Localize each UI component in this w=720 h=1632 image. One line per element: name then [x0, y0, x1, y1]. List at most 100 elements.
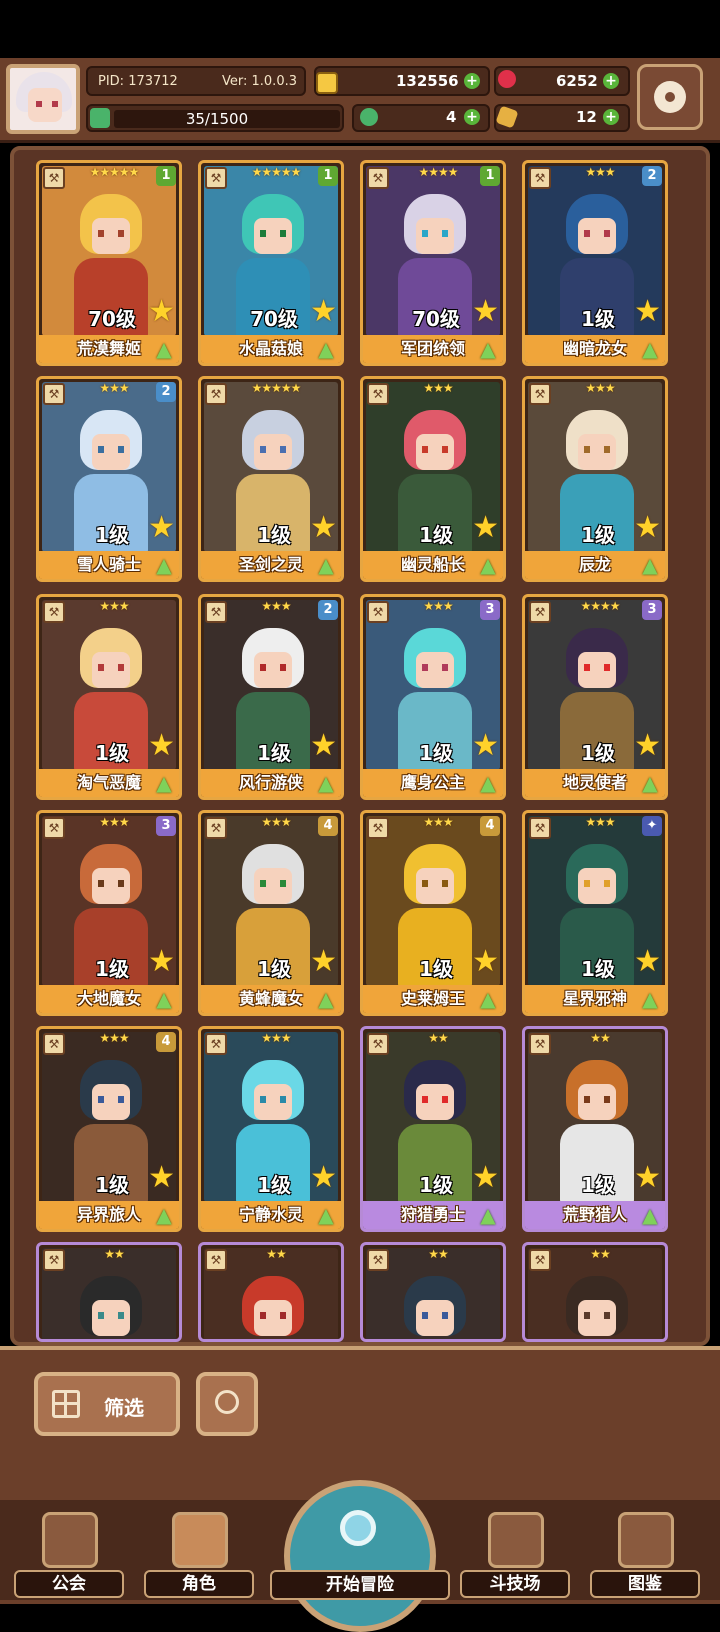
tier-badge: 4	[318, 816, 338, 836]
star-upgrade-icon: ★	[634, 510, 661, 545]
star-upgrade-icon: ★	[310, 294, 337, 329]
pid-text: PID: 173712	[98, 74, 178, 89]
tier-badge: 4	[480, 816, 500, 836]
rarity-stars: ★★★	[423, 599, 453, 613]
star-upgrade-icon: ★	[472, 728, 499, 763]
character-card[interactable]: ⚒ ★★★ 1级 ★ 幽灵船长 ▲	[360, 376, 506, 582]
add-gold-button[interactable]: +	[464, 73, 480, 89]
character-outfit	[560, 1340, 634, 1342]
character-card[interactable]: ⚒ ★★★ 4 1级 ★ 黄蜂魔女 ▲	[198, 810, 344, 1016]
rarity-stars: ★★★	[99, 599, 129, 613]
character-card[interactable]: ⚒ ★★★★★ 1 70级 ★ 荒漠舞姬 ▲	[36, 160, 182, 366]
character-eye	[584, 230, 590, 237]
character-card[interactable]: ⚒ ★★★ 1级 ★ 淘气恶魔 ▲	[36, 594, 182, 800]
character-eye	[584, 880, 590, 887]
character-eye	[442, 880, 448, 887]
exp-bar: 35/1500	[86, 104, 344, 132]
add-ticket-button[interactable]: +	[603, 109, 619, 125]
nav-start-adventure[interactable]: 开始冒险	[270, 1480, 450, 1632]
character-card[interactable]: ⚒ ★★★ 2 1级 ★ 幽暗龙女 ▲	[522, 160, 668, 366]
nav-character[interactable]: 角色	[144, 1510, 254, 1600]
rarity-stars: ★★	[104, 1247, 125, 1261]
level-up-arrow-icon: ▲	[642, 987, 658, 1011]
character-card[interactable]: ⚒ ★★★ 2 1级 ★ 风行游侠 ▲	[198, 594, 344, 800]
sort-toggle-button[interactable]	[196, 1372, 258, 1436]
character-card[interactable]: ⚒ ★★★ 1级 ★ 辰龙 ▲	[522, 376, 668, 582]
character-card[interactable]: ⚒ ★★★ 4 1级 ★ 异界旅人 ▲	[36, 1026, 182, 1232]
add-clover-button[interactable]: +	[464, 109, 480, 125]
star-upgrade-icon: ★	[148, 728, 175, 763]
character-eye	[442, 446, 448, 453]
codex-book-icon	[618, 1512, 674, 1568]
nav-codex[interactable]: 图鉴	[590, 1510, 700, 1600]
character-card[interactable]: ⚒ ★★★★★ 1级 ★ 圣剑之灵 ▲	[198, 376, 344, 582]
character-card[interactable]: ⚒ ★★	[522, 1242, 668, 1342]
star-upgrade-icon: ★	[472, 294, 499, 329]
clover-value: 4	[446, 108, 457, 126]
character-card[interactable]: ⚒ ★★★ 3 1级 ★ 鹰身公主 ▲	[360, 594, 506, 800]
gem-value: 6252	[556, 72, 598, 90]
character-eye	[280, 1096, 286, 1103]
rarity-stars: ★★★★	[418, 165, 458, 179]
rarity-stars: ★★★	[99, 381, 129, 395]
rarity-stars: ★★★	[261, 815, 291, 829]
star-upgrade-icon: ★	[148, 294, 175, 329]
clover-icon	[360, 108, 378, 126]
character-eye	[584, 1096, 590, 1103]
character-eye	[98, 1096, 104, 1103]
star-upgrade-icon: ★	[310, 510, 337, 545]
filter-button[interactable]: 筛选	[34, 1372, 180, 1436]
character-card[interactable]: ⚒ ★★★ 4 1级 ★ 史莱姆王 ▲	[360, 810, 506, 1016]
character-eye	[98, 880, 104, 887]
avatar-eye-left	[36, 101, 42, 107]
version-text: Ver: 1.0.0.3	[222, 74, 297, 89]
character-eye	[604, 664, 610, 671]
level-up-arrow-icon: ▲	[156, 1203, 172, 1227]
gear-icon-hole	[665, 92, 675, 102]
equip-wrench-icon: ⚒	[43, 817, 65, 839]
character-card[interactable]: ⚒ ★★★★ 1 70级 ★ 军团统领 ▲	[360, 160, 506, 366]
rarity-stars: ★★★	[585, 815, 615, 829]
star-upgrade-icon: ★	[148, 510, 175, 545]
character-card[interactable]: ⚒ ★★ 1级 ★ 狩猎勇士 ▲	[360, 1026, 506, 1232]
character-eye	[604, 1312, 610, 1319]
gold-coin-icon	[316, 72, 338, 94]
equip-wrench-icon: ⚒	[205, 817, 227, 839]
rarity-stars: ★★★	[585, 165, 615, 179]
character-eye	[442, 1096, 448, 1103]
character-card[interactable]: ⚒ ★★★ 3 1级 ★ 大地魔女 ▲	[36, 810, 182, 1016]
character-card[interactable]: ⚒ ★★★★ 3 1级 ★ 地灵使者 ▲	[522, 594, 668, 800]
adventure-map-icon	[284, 1480, 436, 1632]
star-upgrade-icon: ★	[148, 944, 175, 979]
rarity-stars: ★★★	[423, 381, 453, 395]
player-avatar[interactable]	[6, 64, 80, 134]
character-card[interactable]: ⚒ ★★	[198, 1242, 344, 1342]
character-card[interactable]: ⚒ ★★★ 2 1级 ★ 雪人骑士 ▲	[36, 376, 182, 582]
character-card[interactable]: ⚒ ★★	[36, 1242, 182, 1342]
character-eye	[422, 880, 428, 887]
level-up-arrow-icon: ▲	[480, 1203, 496, 1227]
rarity-stars: ★★★	[99, 1031, 129, 1045]
character-eye	[260, 880, 266, 887]
star-upgrade-icon: ★	[148, 1160, 175, 1195]
equip-wrench-icon: ⚒	[43, 1033, 65, 1055]
level-up-arrow-icon: ▲	[156, 553, 172, 577]
equip-wrench-icon: ⚒	[367, 167, 389, 189]
tier-badge: 2	[642, 166, 662, 186]
character-card[interactable]: ⚒ ★★★ 1级 ★ 宁静水灵 ▲	[198, 1026, 344, 1232]
nav-arena[interactable]: 斗技场	[460, 1510, 570, 1600]
rarity-stars: ★★★★★	[89, 165, 140, 179]
character-eye	[98, 664, 104, 671]
character-card[interactable]: ⚒ ★★	[360, 1242, 506, 1342]
character-card[interactable]: ⚒ ★★★ ✦ 1级 ★ 星界邪神 ▲	[522, 810, 668, 1016]
add-gem-button[interactable]: +	[603, 73, 619, 89]
rarity-stars: ★★	[266, 1247, 287, 1261]
nav-guild[interactable]: 公会	[14, 1510, 124, 1600]
settings-button[interactable]	[637, 64, 703, 130]
character-eye	[422, 1312, 428, 1319]
character-eye	[260, 1312, 266, 1319]
character-card[interactable]: ⚒ ★★★★★ 1 70级 ★ 水晶菇娘 ▲	[198, 160, 344, 366]
character-card[interactable]: ⚒ ★★ 1级 ★ 荒野猎人 ▲	[522, 1026, 668, 1232]
character-eye	[442, 664, 448, 671]
level-up-arrow-icon: ▲	[642, 771, 658, 795]
